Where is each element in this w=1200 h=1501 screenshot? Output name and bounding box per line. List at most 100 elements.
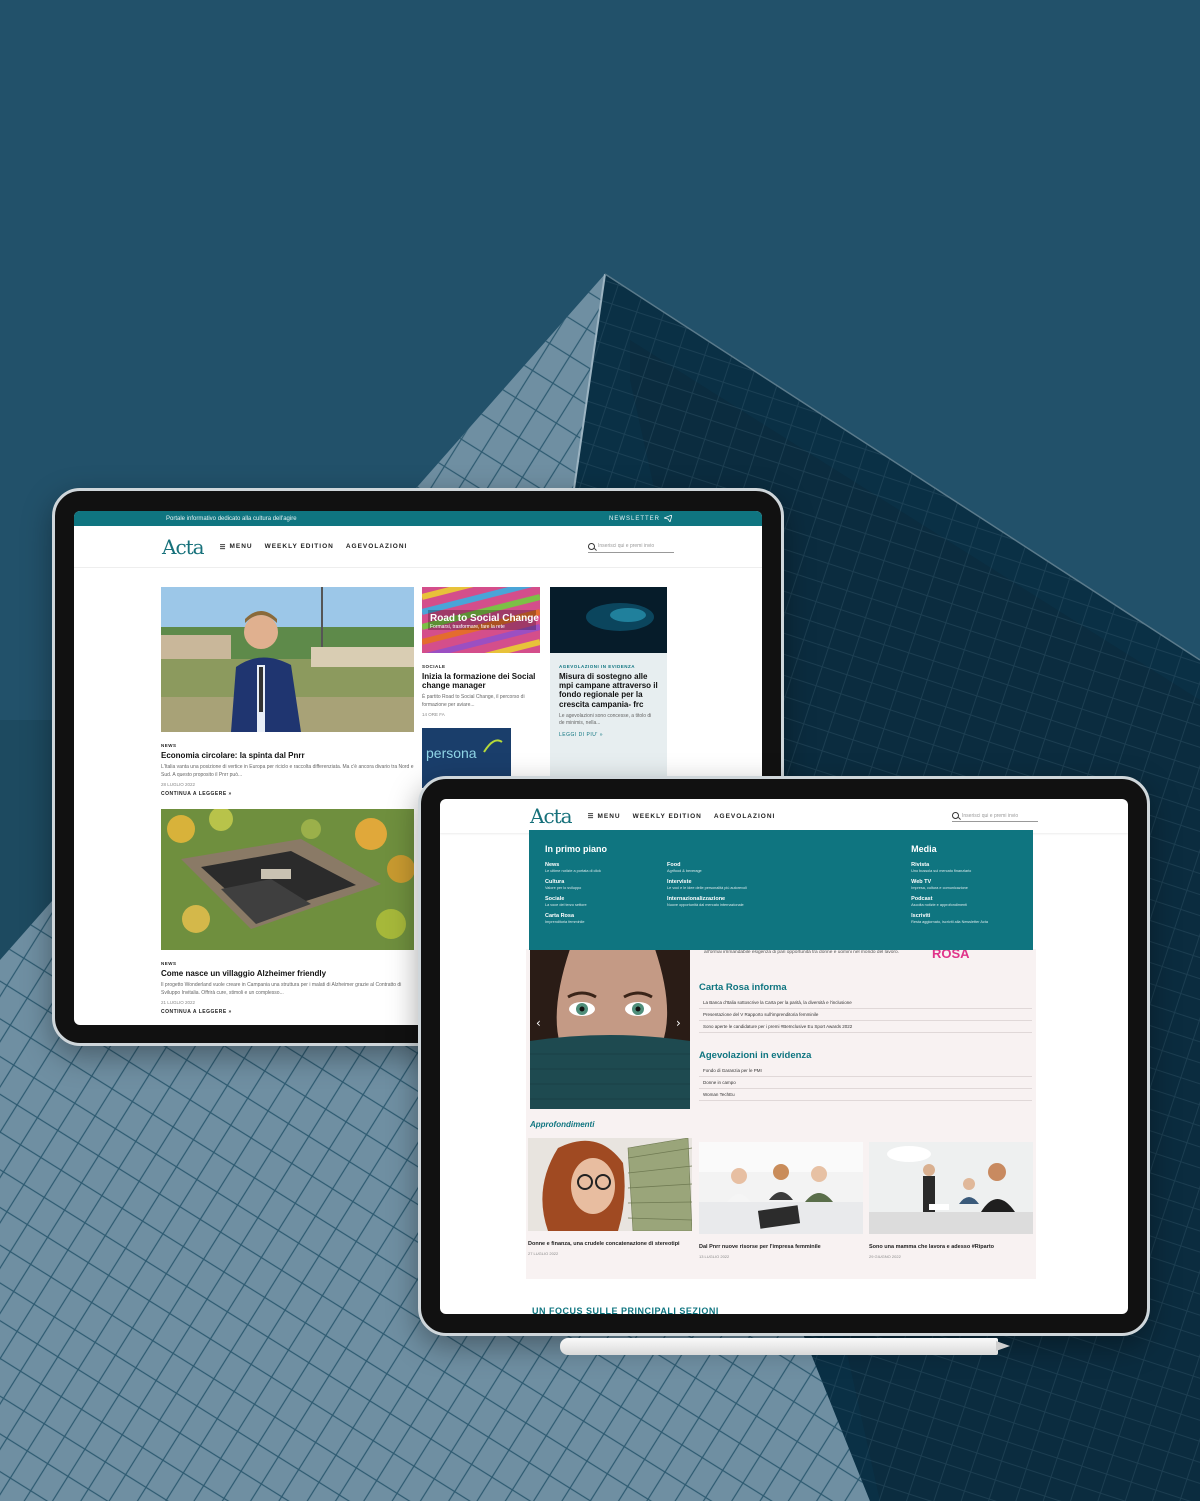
nav-weekly-edition[interactable]: WEEKLY EDITION [633, 813, 702, 820]
carta-rosa-section: ‹ › all'ormai irrimandabile esigenza di … [526, 946, 1036, 1279]
nav-weekly-edition[interactable]: WEEKLY EDITION [265, 543, 334, 550]
top-bar: Portale informativo dedicato alla cultur… [74, 511, 762, 526]
acta-logo[interactable]: Acta [530, 804, 573, 828]
card-title[interactable]: Dal Pnrr nuove risorse per l'impresa fem… [699, 1244, 863, 1251]
mega-col-media: Media Rivista Uno bussola sul mercato fin… [911, 844, 1021, 950]
article-image: Road to Social Change Formarsi, trasform… [421, 564, 541, 675]
article-card[interactable]: NEWS Come nasce un villaggio Alzheimer f… [161, 807, 415, 1015]
article-title[interactable]: Come nasce un villaggio Alzheimer friend… [161, 969, 414, 978]
card-title[interactable]: Sono una mamma che lavora e adesso #Ripa… [869, 1244, 1033, 1251]
mega-menu: In primo piano News Le ultime notizie a p… [529, 830, 1033, 950]
nav-agevolazioni[interactable]: AGEVOLAZIONI [714, 813, 775, 820]
mega-item-label: Podcast [911, 896, 933, 902]
mega-item-label: News [545, 862, 560, 868]
article-image [161, 587, 414, 732]
menu-button[interactable]: ☰ MENU [220, 543, 253, 551]
mega-col-3 [789, 844, 911, 950]
list-item[interactable]: Presentazione del V Rapporto sull'impren… [699, 1009, 1032, 1021]
mega-col-primo-piano: In primo piano News Le ultime notizie a p… [545, 844, 667, 950]
card-date: 29 GIUGNO 2022 [869, 1254, 901, 1260]
nav-agevolazioni[interactable]: AGEVOLAZIONI [346, 543, 407, 550]
acta-logo[interactable]: Acta [162, 534, 205, 559]
article-title[interactable]: Economia circolare: la spinta dal Pnrr [161, 751, 414, 760]
article-card[interactable]: NEWS Economia circolare: la spinta dal P… [161, 587, 414, 797]
mega-item-interviste[interactable]: Interviste Le voci e le idee delle person… [667, 879, 789, 890]
article-title[interactable]: Inizia la formazione dei Social change m… [422, 672, 540, 690]
article-date: 28 LUGLIO 2022 [161, 782, 196, 788]
read-more-link[interactable]: CONTINUA A LEGGERE » [161, 791, 414, 797]
mega-item-news[interactable]: News Le ultime notizie a portata di click [545, 862, 667, 873]
hamburger-icon: ☰ [219, 543, 227, 551]
tagline: Portale informativo dedicato alla cultur… [166, 515, 297, 522]
carta-rosa-title: Carta Rosa informa [699, 982, 787, 993]
menu-label: MENU [597, 812, 621, 820]
article-card[interactable]: Dal Pnrr nuove risorse per l'impresa fem… [699, 1142, 863, 1259]
list-item[interactable]: Woman TechEu [699, 1089, 1032, 1101]
mega-item-label: Carta Rosa [545, 913, 575, 919]
mega-item-label: Web TV [911, 879, 932, 885]
image-subtitle: Formarsi, trasformare, fare la rete [430, 624, 505, 630]
mega-item-sub: La voce del terzo settore [545, 903, 587, 907]
mega-item-internazionalizzazione[interactable]: Internazionalizzazione Nuove opportunità … [667, 896, 789, 907]
search-placeholder: Inserisci qui e premi invio [962, 812, 1019, 819]
hamburger-icon: ☰ [587, 813, 595, 820]
agevolazioni-title: Agevolazioni in evidenza [699, 1050, 812, 1061]
read-more-link[interactable]: LEGGI DI PIU' » [559, 732, 658, 738]
mega-item-label: Sociale [545, 896, 565, 902]
agevolazioni-panel[interactable]: AGEVOLAZIONI IN EVIDENZA Misura di soste… [550, 587, 667, 777]
approfondimenti-title: Approfondimenti [530, 1120, 595, 1129]
mega-item-sub: Imprenditoria femminile [545, 920, 585, 924]
article-card[interactable]: Road to Social Change Formarsi, trasform… [421, 564, 541, 717]
article-card[interactable]: Donne e finanza, una crudele concatenazi… [528, 1137, 693, 1256]
article-title[interactable]: Misura di sostegno alle mpi campane attr… [559, 672, 658, 709]
menu-button[interactable]: ☰ MENU [587, 812, 621, 821]
slider-next-icon[interactable]: › [676, 1016, 681, 1030]
article-excerpt: L'Italia vanta una posizione di vertice … [161, 764, 414, 778]
mega-item-web-tv[interactable]: Web TV Impresa, cultura e comunicazione [911, 879, 1021, 890]
focus-heading: UN FOCUS SULLE PRINCIPALI SEZIONI [532, 1306, 719, 1314]
mega-item-podcast[interactable]: Podcast Ascolta notizie e approfondimenti [911, 896, 1021, 907]
mega-item-food[interactable]: Food Agrifood & beverage [667, 862, 789, 873]
slider-prev-icon[interactable]: ‹ [536, 1016, 541, 1030]
article-card[interactable]: Sono una mamma che lavora e adesso #Ripa… [869, 1142, 1033, 1259]
mega-item-sub: Ascolta notizie e approfondimenti [911, 903, 968, 907]
newsletter-link[interactable]: NEWSLETTER [609, 515, 672, 522]
article-date: 21 LUGLIO 2022 [161, 1000, 196, 1006]
card-title[interactable]: Donne e finanza, una crudele concatenazi… [528, 1241, 692, 1248]
mega-col-2: Food Agrifood & beverage Interviste Le voc… [667, 844, 789, 950]
article-image [528, 1137, 693, 1232]
list-item[interactable]: Donne in campo [699, 1077, 1032, 1089]
read-more-link[interactable]: CONTINUA A LEGGERE » [161, 1009, 414, 1015]
carta-rosa-list: Carta Rosa informa La Banca d'Italia sot… [699, 982, 1032, 1033]
mega-item-sub: Nuove opportunità dal mercato internazio… [667, 903, 744, 907]
section-tag: AGEVOLAZIONI IN EVIDENZA [559, 664, 636, 669]
article-image [869, 1142, 1033, 1234]
menu-label: MENU [229, 543, 253, 550]
search-input[interactable]: Inserisci qui e premi invio [588, 541, 674, 553]
article-image [699, 1142, 863, 1234]
article-excerpt: Le agevolazioni sono concesse, a titolo … [559, 712, 652, 727]
tablet-frame-front: Acta ☰ MENU WEEKLY EDITION AGEVOLAZIONI I… [418, 776, 1150, 1336]
mega-item-carta-rosa[interactable]: Carta Rosa Imprenditoria femminile [545, 913, 667, 924]
logo-text: Acta [530, 804, 573, 828]
mega-item-iscriviti[interactable]: Iscriviti Resta aggiornato, iscriviti all… [911, 913, 1021, 924]
logo-text: Acta [162, 534, 205, 559]
list-item[interactable]: Fondo di Garanzia per le PMI [699, 1065, 1032, 1077]
mega-col-title: In primo piano [545, 844, 607, 854]
mega-item-cultura[interactable]: Cultura Valore per lo sviluppo [545, 879, 667, 890]
mega-item-sub: Le ultime notizie a portata di click [545, 869, 601, 873]
list-item[interactable]: Sono aperte le candidature per i premi #… [699, 1021, 1032, 1033]
list-item[interactable]: La Banca d'Italia sottoscrive la Carta p… [699, 997, 1032, 1009]
mega-item-sub: Uno bussola sul mercato finanziario [911, 869, 972, 873]
article-tag: SOCIALE [422, 664, 446, 669]
stylus-pencil [560, 1338, 1010, 1355]
mega-item-rivista[interactable]: Rivista Uno bussola sul mercato finanziar… [911, 862, 1021, 873]
agevolazioni-list: Agevolazioni in evidenza Fondo di Garanz… [699, 1050, 1032, 1101]
mega-item-sub: Agrifood & beverage [667, 869, 702, 873]
search-icon [952, 812, 959, 819]
paper-plane-icon [664, 515, 672, 522]
mega-item-sub: Le voci e le idee delle personalità più … [667, 886, 747, 890]
mega-item-sociale[interactable]: Sociale La voce del terzo settore [545, 896, 667, 907]
tablet-screen-menu-open: Acta ☰ MENU WEEKLY EDITION AGEVOLAZIONI I… [440, 799, 1128, 1314]
search-input[interactable]: Inserisci qui e premi invio [952, 810, 1038, 822]
